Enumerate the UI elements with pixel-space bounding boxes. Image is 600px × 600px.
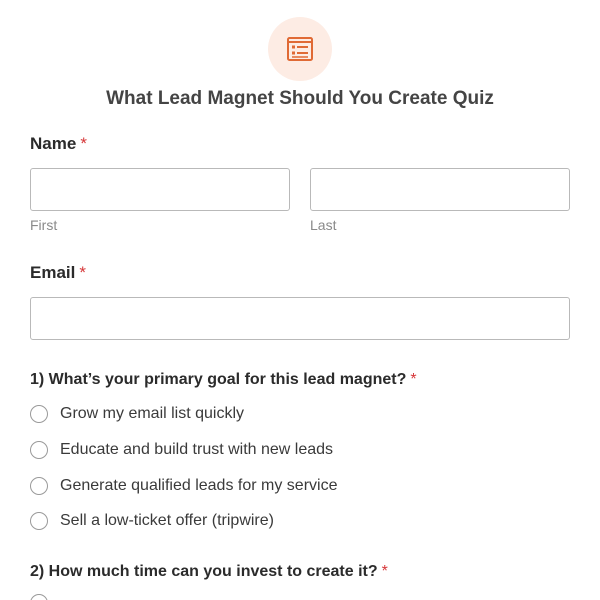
option-label: Generate qualified leads for my service: [60, 477, 338, 494]
option-label: Educate and build trust with new leads: [60, 441, 334, 458]
required-asterisk: *: [79, 263, 86, 282]
name-label: Name *: [30, 133, 87, 155]
first-name-input[interactable]: [30, 168, 290, 211]
question2-label: 2) How much time can you invest to creat…: [30, 561, 388, 583]
question2-label-text: 2) How much time can you invest to creat…: [30, 563, 378, 580]
radio-button[interactable]: [30, 441, 48, 459]
form-icon-badge: [268, 17, 332, 81]
question2-option-1[interactable]: [30, 592, 60, 600]
question1-option-3[interactable]: Generate qualified leads for my service: [30, 475, 337, 497]
radio-button[interactable]: [30, 477, 48, 495]
question1-label-text: 1) What’s your primary goal for this lea…: [30, 371, 407, 388]
radio-button[interactable]: [30, 512, 48, 530]
last-name-input[interactable]: [310, 168, 570, 211]
question1-option-1[interactable]: Grow my email list quickly: [30, 403, 244, 425]
question1-label: 1) What’s your primary goal for this lea…: [30, 369, 417, 391]
form-list-icon: [287, 37, 313, 61]
question1-option-4[interactable]: Sell a low-ticket offer (tripwire): [30, 510, 274, 532]
option-label: Sell a low-ticket offer (tripwire): [60, 512, 274, 529]
email-input[interactable]: [30, 297, 570, 340]
required-asterisk: *: [80, 134, 87, 153]
option-label: Grow my email list quickly: [60, 405, 245, 422]
email-label-text: Email: [30, 263, 76, 282]
radio-button[interactable]: [30, 405, 48, 423]
first-name-sublabel: First: [30, 217, 58, 233]
form-title: What Lead Magnet Should You Create Quiz: [106, 88, 494, 109]
radio-button[interactable]: [30, 594, 48, 600]
email-label: Email *: [30, 262, 86, 284]
quiz-form: What Lead Magnet Should You Create Quiz …: [0, 0, 600, 600]
required-asterisk: *: [410, 371, 417, 388]
required-asterisk: *: [381, 563, 388, 580]
question1-option-2[interactable]: Educate and build trust with new leads: [30, 439, 333, 461]
last-name-sublabel: Last: [310, 217, 337, 233]
name-label-text: Name: [30, 134, 77, 153]
